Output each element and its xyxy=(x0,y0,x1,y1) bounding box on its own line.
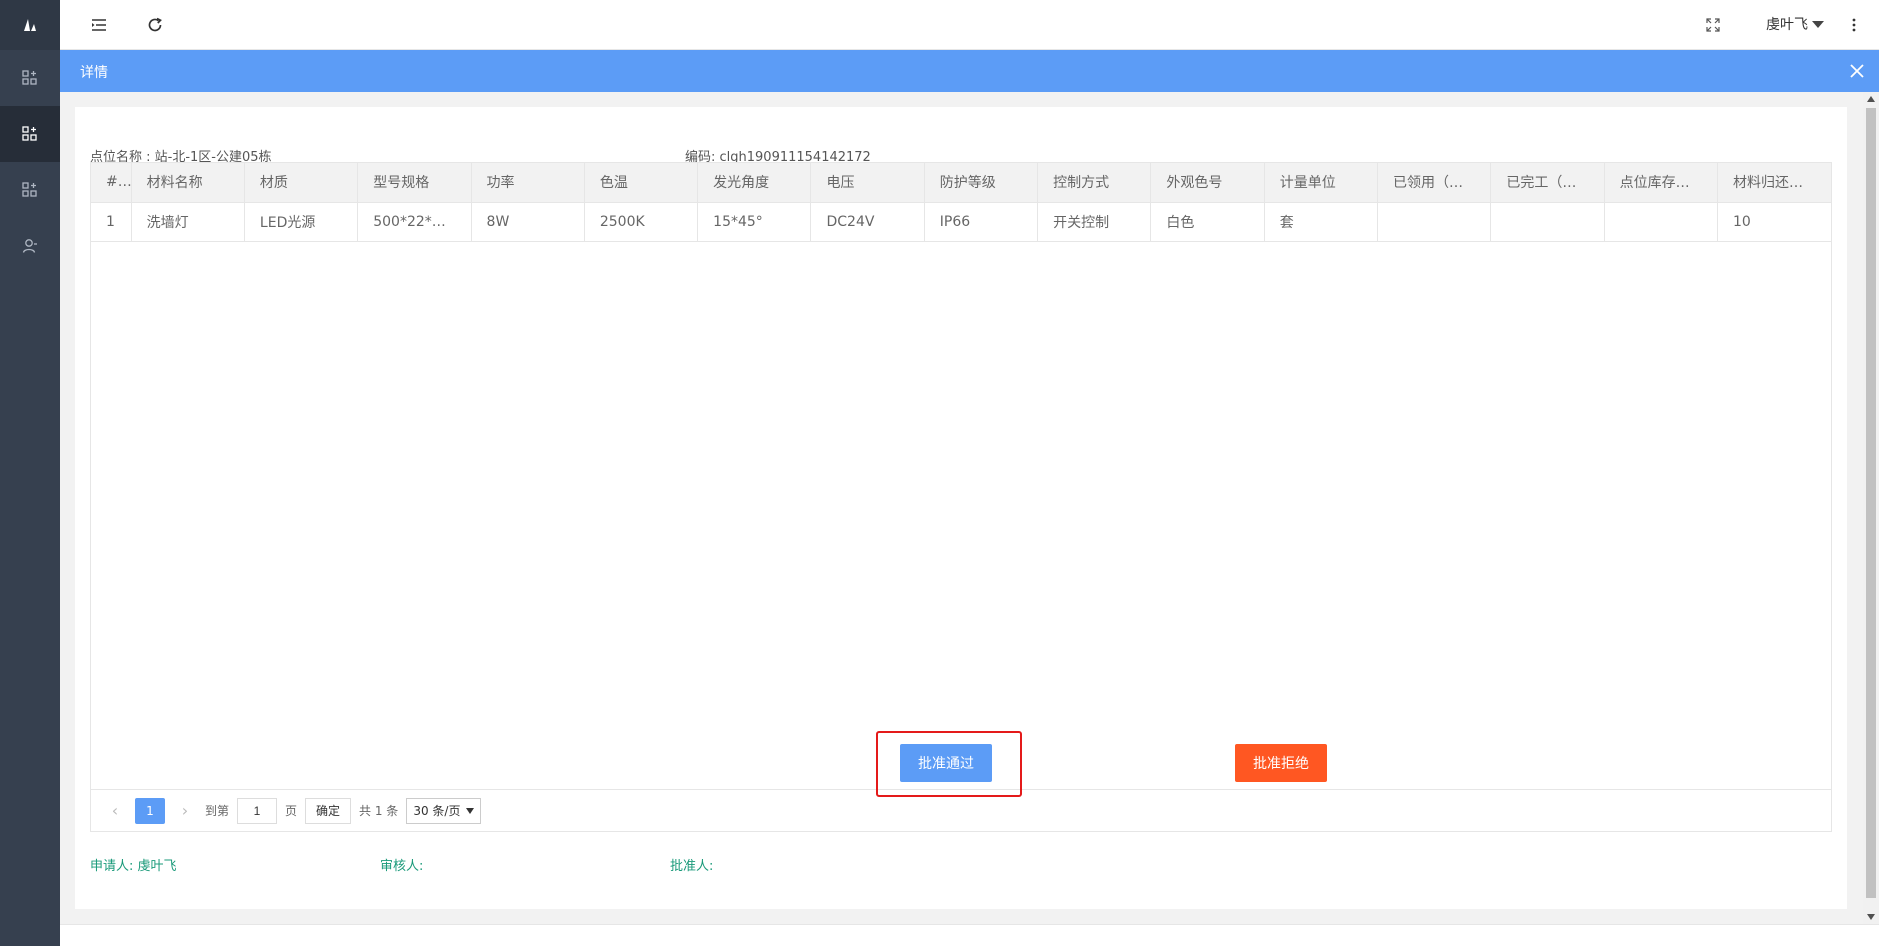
more-button[interactable] xyxy=(1843,14,1865,36)
table-row[interactable]: 1 洗墙灯 LED光源 500*22*H4… 8W 2500K 15*45° D… xyxy=(91,202,1831,242)
dialog-title: 详情 xyxy=(80,65,108,81)
column-header[interactable]: 防护等级 xyxy=(924,163,1039,203)
reject-button[interactable]: 批准拒绝 xyxy=(1235,744,1327,782)
scroll-up-icon[interactable] xyxy=(1867,96,1875,102)
refresh-icon xyxy=(148,17,162,32)
user-icon xyxy=(22,239,37,253)
chevron-down-icon xyxy=(1812,20,1824,28)
refresh-button[interactable] xyxy=(144,14,166,36)
column-header[interactable]: 点位库存… xyxy=(1604,163,1718,203)
approve-button[interactable]: 批准通过 xyxy=(900,744,992,782)
grid-plus-icon xyxy=(22,182,37,197)
bottom-strip xyxy=(60,924,1879,946)
top-bar: 虔叶飞 xyxy=(60,0,1879,50)
sidebar xyxy=(0,0,60,946)
page-size-select[interactable]: 30 条/页 xyxy=(406,797,482,824)
column-header[interactable]: 色温 xyxy=(584,163,699,203)
column-header[interactable]: 计量单位 xyxy=(1264,163,1379,203)
next-page-button[interactable]: › xyxy=(173,798,197,824)
table-cell: 套 xyxy=(1264,202,1379,242)
column-header[interactable]: 控制方式 xyxy=(1037,163,1152,203)
column-header[interactable]: 材质 xyxy=(244,163,359,203)
table-cell: 8W xyxy=(471,202,585,242)
total-count: 共 1 条 xyxy=(359,804,399,818)
sidebar-item-4[interactable] xyxy=(0,218,60,274)
column-header[interactable]: 材料名称 xyxy=(131,163,245,203)
scrollbar[interactable] xyxy=(1863,92,1879,924)
table-cell xyxy=(1377,202,1492,242)
menu-toggle-button[interactable] xyxy=(88,14,110,36)
table-cell: 开关控制 xyxy=(1037,202,1152,242)
table-cell: LED光源 xyxy=(244,202,359,242)
table-cell: 白色 xyxy=(1150,202,1265,242)
table-cell: 500*22*H4… xyxy=(357,202,472,242)
page-number-current[interactable]: 1 xyxy=(135,797,165,824)
table-cell: 15*45° xyxy=(697,202,812,242)
chevron-down-icon xyxy=(466,807,475,814)
goto-confirm-button[interactable]: 确定 xyxy=(305,797,352,824)
close-button[interactable] xyxy=(1847,61,1867,81)
approver-label: 批准人: xyxy=(670,859,714,874)
scrollbar-thumb[interactable] xyxy=(1866,108,1876,898)
table-cell: 10 xyxy=(1717,202,1831,242)
column-header[interactable]: 已领用（… xyxy=(1377,163,1492,203)
goto-page-input[interactable] xyxy=(237,797,278,824)
table-cell: 洗墙灯 xyxy=(131,202,245,242)
fullscreen-button[interactable] xyxy=(1702,14,1724,36)
prev-page-button[interactable]: ‹ xyxy=(103,798,127,824)
sidebar-item-2[interactable] xyxy=(0,106,60,162)
close-icon xyxy=(1850,64,1864,78)
column-header[interactable]: 已完工（… xyxy=(1490,163,1605,203)
table-header-row: # 材料名称 材质 型号规格 功率 色温 发光角度 电压 防护等级 控制方式 外… xyxy=(91,163,1831,203)
column-header[interactable]: 外观色号 xyxy=(1150,163,1265,203)
grid-plus-icon xyxy=(22,70,37,85)
sidebar-item-1[interactable] xyxy=(0,50,60,106)
scroll-down-icon[interactable] xyxy=(1867,914,1875,920)
logo-icon xyxy=(24,19,36,31)
applicant-label: 申请人: 虔叶飞 xyxy=(90,859,177,874)
sidebar-item-3[interactable] xyxy=(0,162,60,218)
app-logo[interactable] xyxy=(0,0,60,50)
page-unit-label: 页 xyxy=(285,804,298,818)
more-vertical-icon xyxy=(1852,18,1856,32)
table-cell: DC24V xyxy=(810,202,925,242)
goto-label: 到第 xyxy=(205,804,230,818)
table-cell xyxy=(1490,202,1605,242)
table-cell: 2500K xyxy=(584,202,699,242)
reviewer-label: 审核人: xyxy=(380,859,424,874)
dialog-body: 点位名称 : 站-北-1区-公建05栋 编码: clgh190911154142… xyxy=(60,92,1863,924)
column-header[interactable]: 材料归还数量 xyxy=(1717,163,1831,203)
column-header[interactable]: 型号规格 xyxy=(357,163,472,203)
column-header[interactable]: 功率 xyxy=(471,163,585,203)
column-header[interactable]: # xyxy=(91,163,132,203)
grid-plus-icon xyxy=(22,126,37,141)
column-header[interactable]: 电压 xyxy=(810,163,925,203)
fullscreen-icon xyxy=(1706,18,1720,32)
table-cell: 1 xyxy=(91,202,132,242)
page-size-value: 30 条/页 xyxy=(413,804,461,818)
user-menu[interactable]: 虔叶飞 xyxy=(1766,14,1824,34)
column-header[interactable]: 发光角度 xyxy=(697,163,812,203)
menu-fold-icon xyxy=(92,19,106,31)
table-cell xyxy=(1604,202,1718,242)
user-name: 虔叶飞 xyxy=(1766,17,1808,33)
table-cell: IP66 xyxy=(924,202,1039,242)
dialog-header: 详情 xyxy=(60,50,1879,92)
